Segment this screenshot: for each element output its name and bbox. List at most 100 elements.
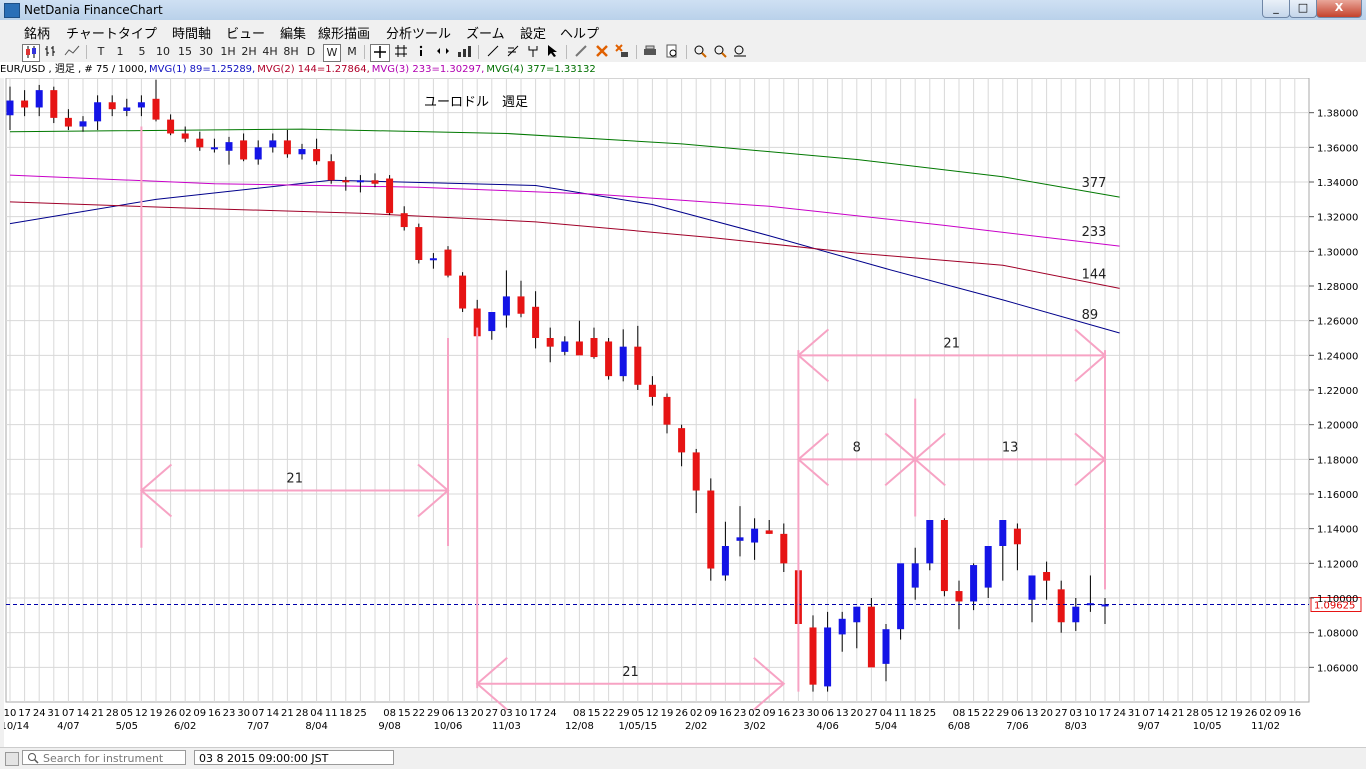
search-placeholder: Search for instrument [43, 752, 164, 765]
interval-5[interactable]: 5 [136, 44, 148, 60]
candle[interactable] [605, 338, 613, 380]
interval-daily[interactable]: D [304, 44, 318, 60]
x-day-label: 24 [544, 708, 557, 719]
menu-chart-type[interactable]: チャートタイプ [66, 23, 157, 42]
x-day-label: 13 [836, 708, 849, 719]
candle-body [444, 249, 452, 276]
candle[interactable] [50, 86, 58, 124]
candle-body [751, 528, 759, 543]
price-chart[interactable]: 89144233377 1.096252121218 13 1.380001.36… [0, 77, 1366, 747]
info-icon[interactable] [414, 44, 428, 60]
candle[interactable] [940, 518, 948, 597]
pen-icon[interactable] [572, 44, 590, 60]
menu-zoom[interactable]: ズーム [466, 23, 505, 42]
candle[interactable] [386, 175, 394, 215]
menu-edit[interactable]: 編集 [280, 23, 306, 42]
line-chart-icon[interactable] [62, 44, 82, 60]
x-day-label: 13 [456, 708, 469, 719]
menu-help[interactable]: ヘルプ [560, 23, 599, 42]
pitchfork-icon[interactable] [524, 44, 542, 60]
menu-settings[interactable]: 設定 [520, 23, 546, 42]
interval-4h[interactable]: 4H [261, 44, 279, 60]
y-axis-label: 1.26000 [1317, 317, 1358, 328]
crosshair-icon[interactable] [370, 44, 390, 62]
interval-1[interactable]: 1 [114, 44, 126, 60]
interval-weekly[interactable]: W [323, 44, 341, 62]
candle[interactable] [707, 478, 715, 581]
mvg1-info: MVG(1) 89=1.25289, [149, 64, 256, 75]
x-day-label: 10 [515, 708, 528, 719]
candle-body [254, 147, 262, 160]
print-icon[interactable] [642, 44, 658, 60]
x-day-label: 15 [398, 708, 411, 719]
fibonacci-icon[interactable] [504, 44, 522, 60]
moving-average-label: 233 [1082, 225, 1107, 240]
x-day-label: 29 [427, 708, 440, 719]
x-day-label: 06 [821, 708, 834, 719]
x-day-label: 13 [1026, 708, 1039, 719]
candle[interactable] [867, 598, 875, 668]
grid-icon[interactable] [392, 44, 410, 60]
candle-body [386, 178, 394, 214]
interval-15[interactable]: 15 [176, 44, 194, 60]
x-day-label: 02 [748, 708, 761, 719]
scroll-icon[interactable] [434, 44, 452, 60]
menu-bar: 銘柄 チャートタイプ 時間軸 ビュー 編集 線形描画 分析ツール ズーム 設定 … [0, 20, 1366, 43]
chart-area[interactable]: 89 144 233 377 1.09625 21 21 21 8 13 1.38000 1.36… [0, 77, 1366, 747]
interval-monthly[interactable]: M [345, 44, 359, 60]
menu-drawing[interactable]: 線形描画 [318, 23, 370, 42]
zoom-in-icon[interactable] [692, 44, 708, 60]
delete-all-icon[interactable] [614, 44, 630, 60]
candle-body [108, 102, 116, 110]
candle[interactable] [444, 246, 452, 278]
candle-body [940, 520, 948, 592]
candle-body [663, 396, 671, 425]
menu-time-axis[interactable]: 時間軸 [172, 23, 211, 42]
menu-symbol[interactable]: 銘柄 [24, 23, 50, 42]
maximize-button[interactable]: □ [1289, 0, 1317, 18]
y-axis-label: 1.30000 [1317, 247, 1358, 258]
candle-body [911, 563, 919, 588]
minimize-button[interactable]: _ [1262, 0, 1290, 18]
x-day-label: 19 [661, 708, 674, 719]
menu-view[interactable]: ビュー [226, 23, 265, 42]
x-day-label: 25 [923, 708, 936, 719]
instrument-search-input[interactable]: Search for instrument [22, 750, 186, 765]
candle-body [824, 627, 832, 687]
interval-2h[interactable]: 2H [240, 44, 258, 60]
x-month-label: 7/06 [1006, 721, 1028, 732]
candle[interactable] [415, 223, 423, 264]
x-day-label: 17 [18, 708, 31, 719]
interval-30[interactable]: 30 [197, 44, 215, 60]
interval-tick[interactable]: T [94, 44, 108, 60]
candle[interactable] [459, 272, 467, 312]
interval-1h[interactable]: 1H [219, 44, 237, 60]
close-button[interactable]: X [1316, 0, 1362, 18]
x-day-label: 04 [880, 708, 893, 719]
x-day-label: 09 [763, 708, 776, 719]
bar-chart-icon[interactable] [42, 44, 58, 60]
interval-8h[interactable]: 8H [282, 44, 300, 60]
cursor-icon[interactable] [544, 44, 560, 60]
x-day-label: 10 [4, 708, 16, 719]
panel-toggle-icon[interactable] [5, 752, 19, 766]
zoom-reset-icon[interactable] [732, 44, 748, 60]
menu-analysis-tools[interactable]: 分析ツール [386, 23, 451, 42]
x-day-label: 20 [471, 708, 484, 719]
volume-icon[interactable] [456, 44, 474, 60]
trendline-icon[interactable] [484, 44, 502, 60]
candle[interactable] [926, 520, 934, 571]
y-axis-label: 1.36000 [1317, 143, 1358, 154]
delete-icon[interactable] [594, 44, 610, 60]
zoom-out-icon[interactable] [712, 44, 728, 60]
print-preview-icon[interactable] [664, 44, 680, 60]
x-day-label: 17 [1099, 708, 1112, 719]
candle-body [269, 140, 277, 148]
interval-10[interactable]: 10 [154, 44, 172, 60]
x-month-label: 9/07 [1138, 721, 1160, 732]
candle-chart-icon[interactable] [22, 44, 40, 62]
candle-body [926, 520, 934, 564]
candle[interactable] [897, 563, 905, 640]
x-month-label: 12/08 [565, 721, 594, 732]
mvg2-info: MVG(2) 144=1.27864, [257, 64, 370, 75]
